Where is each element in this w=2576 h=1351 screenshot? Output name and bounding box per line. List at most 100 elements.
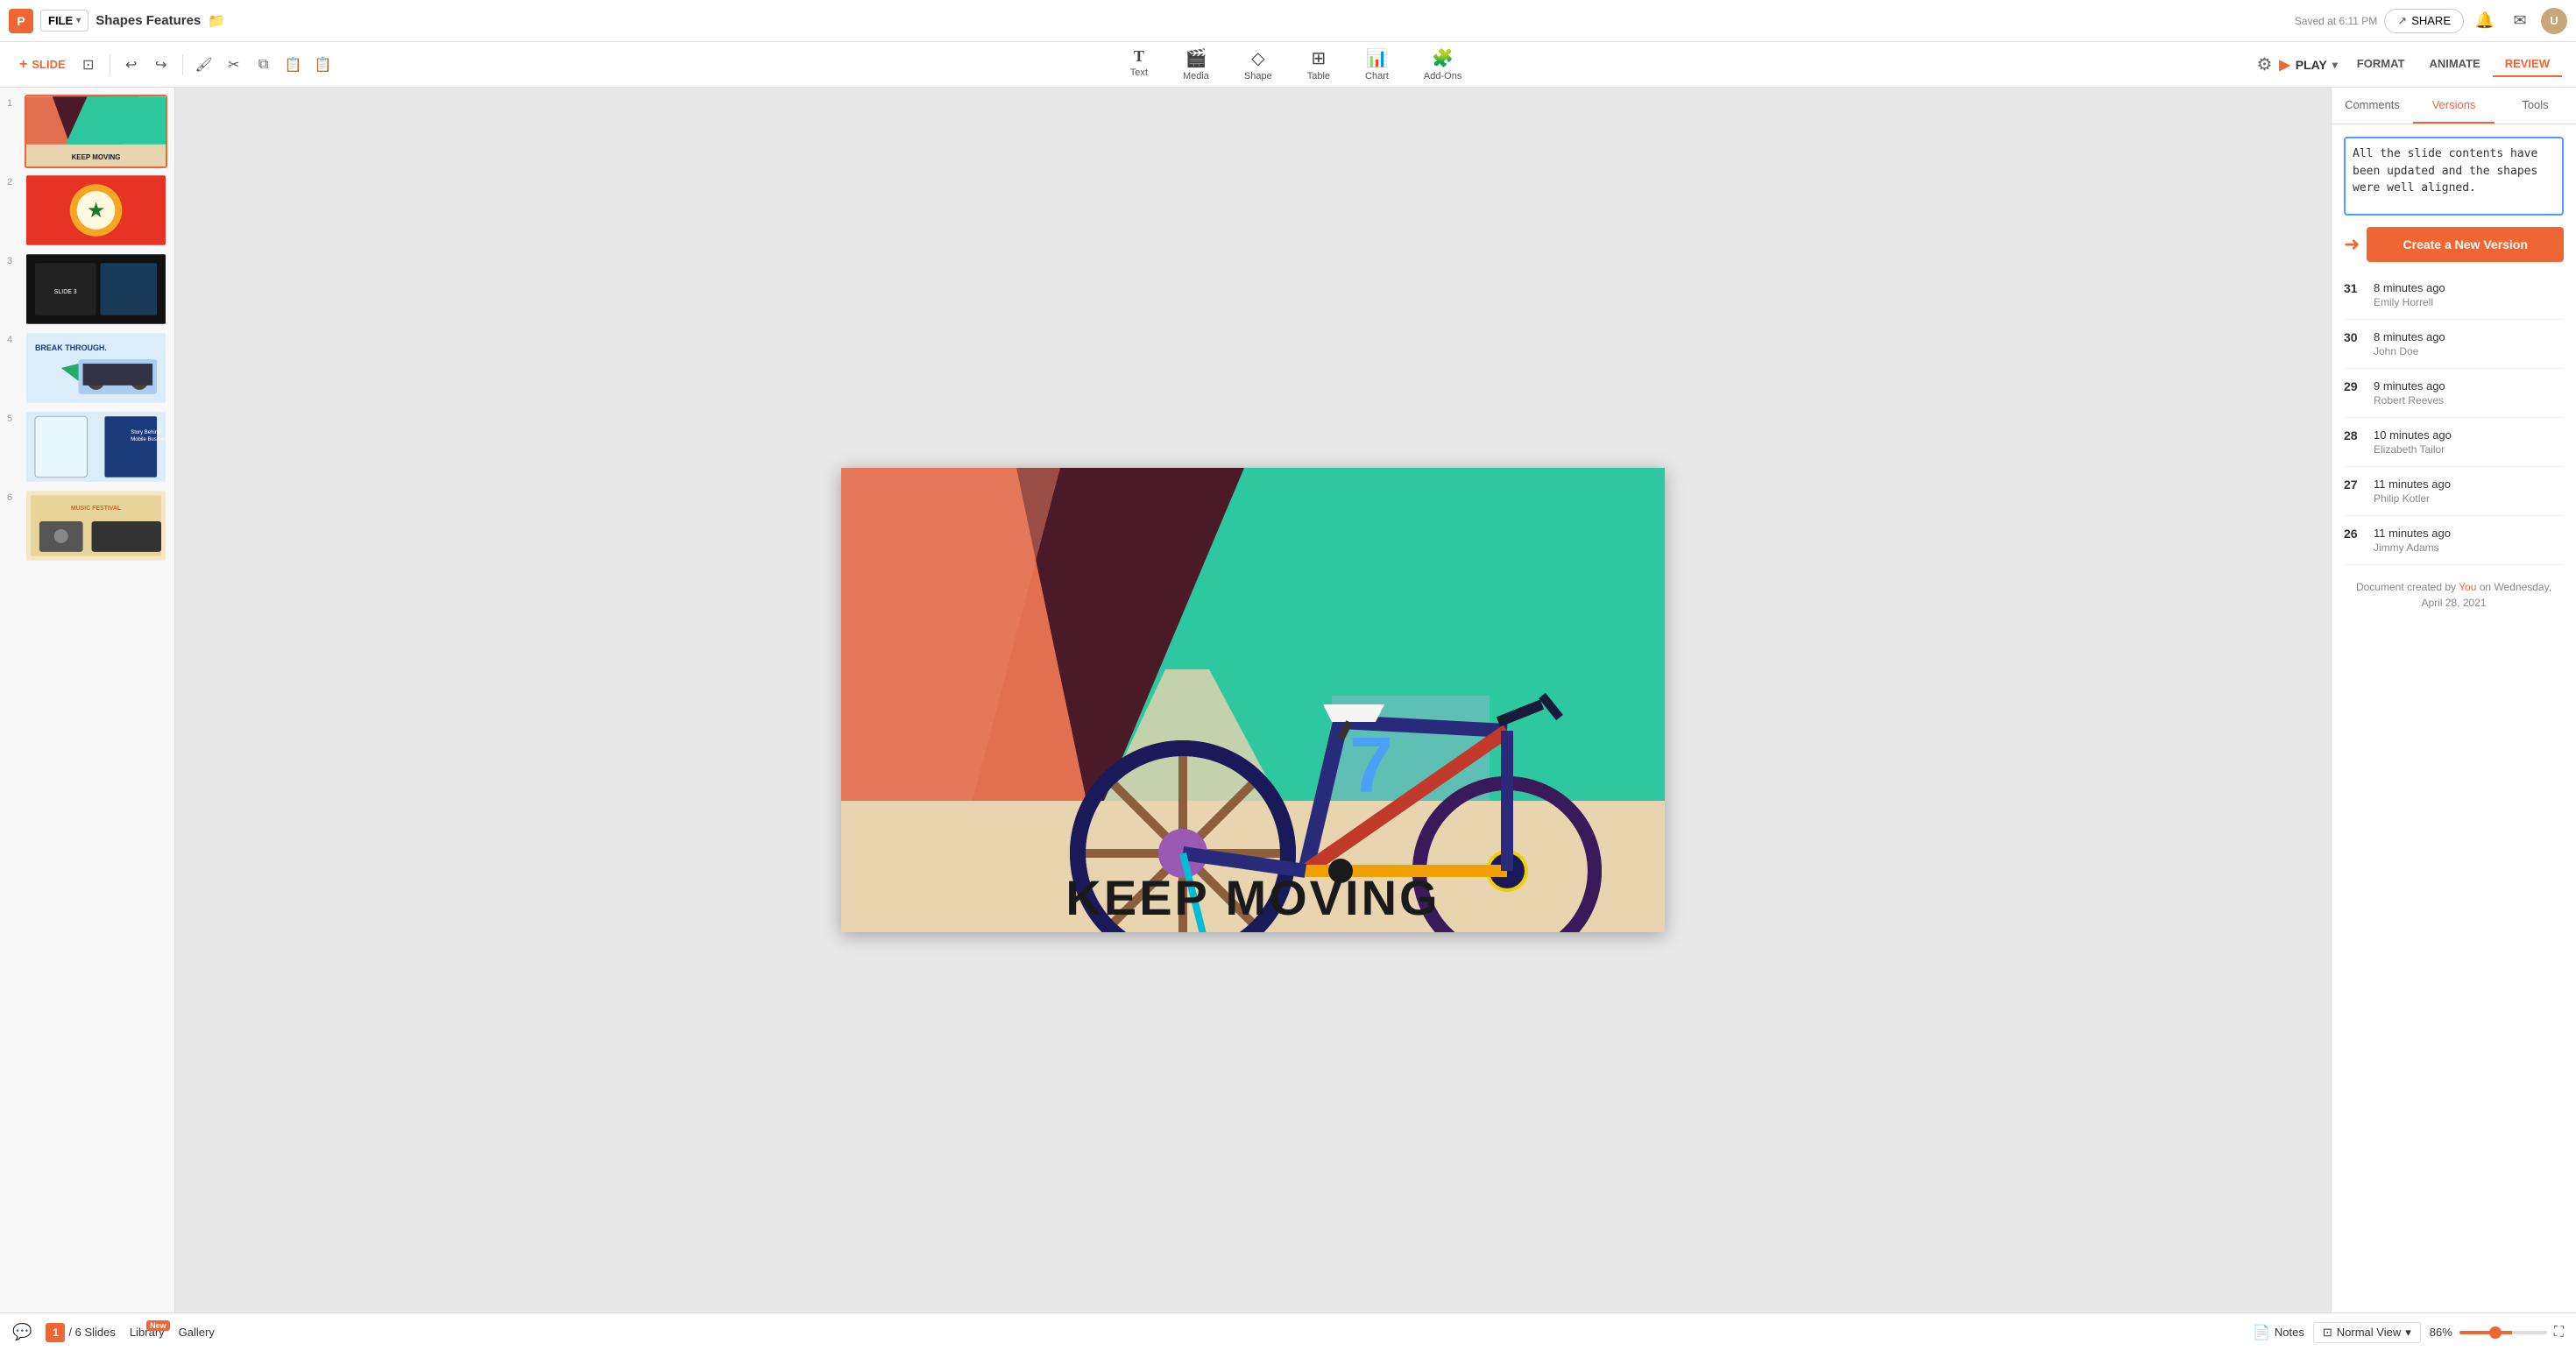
right-panel-tabs: Comments Versions Tools	[2332, 88, 2576, 124]
slide-thumbnail-6[interactable]: 6 MUSIC FESTIVAL	[7, 489, 167, 562]
messages-button[interactable]: ✉	[2506, 7, 2534, 35]
version-time: 8 minutes ago	[2374, 281, 2564, 294]
main-area: 1 KEEP MOVING 2	[0, 88, 2576, 1312]
addons-tool-icon: 🧩	[1432, 47, 1454, 69]
slide-img-1[interactable]: KEEP MOVING	[25, 95, 167, 168]
table-tool[interactable]: ⊞ Table	[1299, 44, 1339, 85]
notes-icon: 📄	[2253, 1324, 2270, 1341]
chart-tool[interactable]: 📊 Chart	[1356, 44, 1398, 85]
created-by-info: Document created by You on Wednesday, Ap…	[2344, 579, 2564, 611]
bottom-bar: 💬 1 / 6 Slides Library New Gallery 📄 Not…	[0, 1312, 2576, 1351]
zoom-slider[interactable]	[2459, 1331, 2547, 1334]
separator	[182, 54, 183, 75]
addons-tool-label: Add-Ons	[1424, 71, 1461, 81]
file-menu-button[interactable]: FILE ▾	[40, 10, 88, 32]
version-author: Emily Horrell	[2374, 296, 2564, 308]
user-avatar[interactable]: U	[2541, 8, 2567, 34]
slide-indicator: 1 / 6 Slides	[46, 1323, 115, 1342]
slide-img-5[interactable]: Story Behind Mobile Business	[25, 410, 167, 484]
version-item[interactable]: 26 11 minutes ago Jimmy Adams	[2344, 516, 2564, 565]
library-button[interactable]: Library New	[130, 1326, 165, 1339]
paste-button[interactable]: 📋	[281, 53, 306, 77]
text-tool[interactable]: T Text	[1122, 44, 1157, 85]
view-mode-label: Normal View	[2337, 1326, 2401, 1339]
redo-button[interactable]: ↪	[149, 53, 173, 77]
main-slide: 7 KEEP MOVING	[841, 468, 1665, 932]
settings-icon[interactable]: ⚙	[2256, 53, 2272, 75]
play-button[interactable]: ▶ PLAY ▾	[2279, 56, 2337, 74]
slide-img-6[interactable]: MUSIC FESTIVAL	[25, 489, 167, 562]
version-item[interactable]: 29 9 minutes ago Robert Reeves	[2344, 369, 2564, 418]
notifications-button[interactable]: 🔔	[2471, 7, 2499, 35]
version-time: 11 minutes ago	[2374, 527, 2564, 540]
version-notes-textarea[interactable]	[2344, 137, 2564, 216]
zoom-area: 86% ⛶	[2430, 1325, 2564, 1340]
slide-img-2[interactable]: ★	[25, 173, 167, 247]
slide-thumbnail-3[interactable]: 3 SLIDE 3	[7, 252, 167, 326]
notes-button[interactable]: 📄 Notes	[2253, 1324, 2304, 1341]
tools-tab[interactable]: Tools	[2495, 88, 2576, 124]
view-tabs: FORMAT ANIMATE REVIEW	[2345, 52, 2562, 77]
addons-tool[interactable]: 🧩 Add-Ons	[1415, 44, 1470, 85]
slide-thumbnail-1[interactable]: 1 KEEP MOVING	[7, 95, 167, 168]
slide-img-3[interactable]: SLIDE 3	[25, 252, 167, 326]
media-tool[interactable]: 🎬 Media	[1174, 44, 1218, 85]
version-list: 31 8 minutes ago Emily Horrell 30 8 minu…	[2344, 271, 2564, 565]
versions-tab[interactable]: Versions	[2413, 88, 2495, 124]
media-tool-icon: 🎬	[1185, 47, 1207, 69]
share-icon: ↗	[2397, 14, 2407, 28]
review-tab[interactable]: REVIEW	[2493, 52, 2562, 77]
slide-layout-button[interactable]: ⊡	[76, 53, 101, 77]
gallery-button[interactable]: Gallery	[179, 1326, 215, 1339]
shape-tool[interactable]: ◇ Shape	[1235, 44, 1281, 85]
version-info: 11 minutes ago Jimmy Adams	[2374, 527, 2564, 554]
version-item[interactable]: 30 8 minutes ago John Doe	[2344, 320, 2564, 369]
text-tool-icon: T	[1134, 47, 1144, 66]
add-slide-button[interactable]: + SLIDE	[14, 53, 71, 76]
top-bar: P FILE ▾ Shapes Features 📁 Saved at 6:11…	[0, 0, 2576, 42]
copy-button[interactable]: ⧉	[251, 53, 276, 77]
slide-panel: 1 KEEP MOVING 2	[0, 88, 175, 1312]
slide-thumbnail-4[interactable]: 4 BREAK THROUGH.	[7, 331, 167, 405]
version-item[interactable]: 27 11 minutes ago Philip Kotler	[2344, 467, 2564, 516]
slide-thumbnail-5[interactable]: 5 Story Behind Mobile Business	[7, 410, 167, 484]
version-time: 10 minutes ago	[2374, 428, 2564, 442]
paste-special-button[interactable]: 📋	[311, 53, 336, 77]
version-number: 26	[2344, 527, 2365, 554]
version-author: John Doe	[2374, 345, 2564, 357]
version-item[interactable]: 28 10 minutes ago Elizabeth Tailor	[2344, 418, 2564, 467]
svg-text:7: 7	[1349, 722, 1393, 810]
slide-thumbnail-2[interactable]: 2 ★	[7, 173, 167, 247]
format-tab[interactable]: FORMAT	[2345, 52, 2417, 77]
arrow-right-icon: ➜	[2344, 233, 2360, 256]
format-painter-button[interactable]: 🖌	[192, 53, 216, 77]
view-mode-button[interactable]: ⊡ Normal View ▾	[2313, 1322, 2421, 1343]
version-info: 10 minutes ago Elizabeth Tailor	[2374, 428, 2564, 456]
animate-tab[interactable]: ANIMATE	[2417, 52, 2492, 77]
share-label: SHARE	[2411, 14, 2451, 27]
shape-tool-icon: ◇	[1251, 47, 1264, 69]
play-label: PLAY	[2296, 58, 2327, 72]
version-item[interactable]: 31 8 minutes ago Emily Horrell	[2344, 271, 2564, 320]
created-by-you: You	[2459, 581, 2476, 593]
create-version-button[interactable]: Create a New Version	[2367, 227, 2564, 262]
chart-tool-label: Chart	[1365, 71, 1389, 81]
comments-tab[interactable]: Comments	[2332, 88, 2413, 124]
play-triangle-icon: ▶	[2279, 56, 2289, 74]
file-chevron-icon: ▾	[76, 16, 81, 25]
svg-text:Story Behind: Story Behind	[131, 430, 160, 435]
document-title: Shapes Features	[96, 13, 201, 28]
chat-icon[interactable]: 💬	[12, 1323, 32, 1341]
cut-button[interactable]: ✂	[222, 53, 246, 77]
toolbar-center: T Text 🎬 Media ◇ Shape ⊞ Table 📊 Chart 🧩…	[339, 44, 2254, 85]
fullscreen-icon[interactable]: ⛶	[2554, 1325, 2564, 1340]
version-author: Elizabeth Tailor	[2374, 443, 2564, 456]
share-button[interactable]: ↗ SHARE	[2384, 9, 2464, 33]
slide-img-4[interactable]: BREAK THROUGH.	[25, 331, 167, 405]
canvas-area: 7 KEEP MOVING	[175, 88, 2331, 1312]
version-number: 27	[2344, 477, 2365, 505]
undo-button[interactable]: ↩	[119, 53, 144, 77]
view-mode-chevron-icon: ▾	[2405, 1326, 2411, 1340]
svg-text:KEEP MOVING: KEEP MOVING	[72, 153, 121, 161]
toolbar: + SLIDE ⊡ ↩ ↪ 🖌 ✂ ⧉ 📋 📋 T Text 🎬 Media ◇…	[0, 42, 2576, 88]
